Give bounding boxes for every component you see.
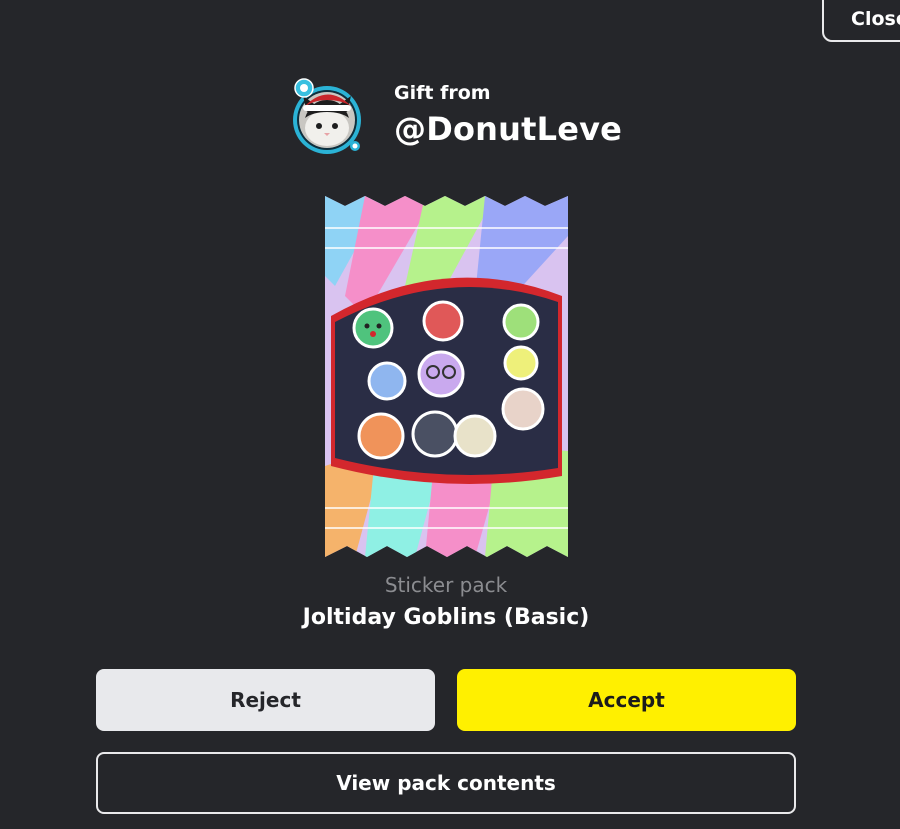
sticker-pack-icon — [325, 196, 568, 557]
close-button[interactable]: Close — [822, 0, 900, 42]
pack-name: Joltiday Goblins (Basic) — [302, 605, 590, 630]
view-pack-contents-button[interactable]: View pack contents — [96, 752, 796, 814]
reject-button[interactable]: Reject — [96, 669, 435, 731]
accept-button[interactable]: Accept — [457, 669, 796, 731]
gift-sender-username: @DonutLeve — [394, 110, 623, 148]
cat-avatar-icon — [291, 78, 367, 156]
gift-header: Gift from @DonutLeve — [291, 78, 631, 158]
pack-type-label: Sticker pack — [384, 573, 508, 597]
gift-from-label: Gift from — [394, 82, 491, 104]
